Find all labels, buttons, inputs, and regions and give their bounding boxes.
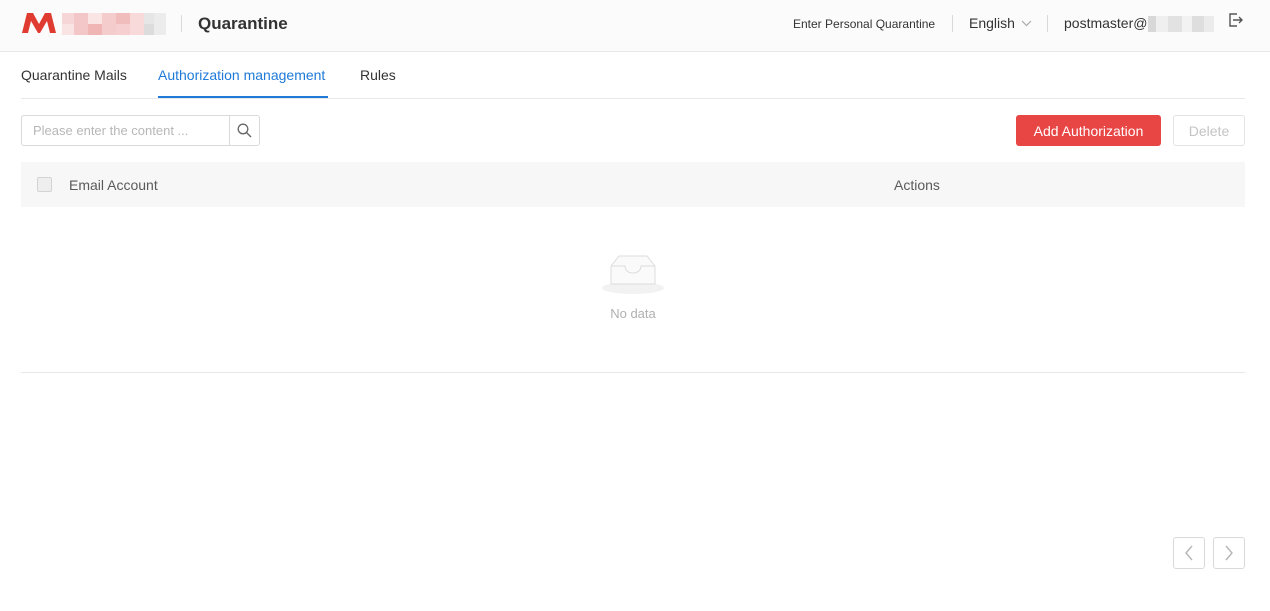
table-header: Email Account Actions [21, 162, 1245, 207]
chevron-down-icon [1021, 20, 1032, 27]
chevron-left-icon [1185, 545, 1193, 561]
empty-text: No data [610, 306, 656, 321]
empty-inbox-icon [602, 255, 664, 294]
prev-page-button[interactable] [1173, 537, 1205, 569]
app-title: Quarantine [198, 14, 288, 33]
search-box [21, 115, 260, 146]
search-button[interactable] [229, 116, 259, 145]
language-label: English [969, 15, 1015, 31]
search-icon [237, 123, 252, 138]
tab-authorization-management[interactable]: Authorization management [158, 67, 325, 83]
enter-personal-quarantine-link[interactable]: Enter Personal Quarantine [793, 17, 935, 31]
header-divider [952, 15, 953, 32]
tab-bar: Quarantine Mails Authorization managemen… [21, 53, 1245, 99]
column-header-email-account: Email Account [69, 177, 158, 193]
logout-icon[interactable] [1227, 12, 1243, 28]
user-domain-redacted [1148, 16, 1214, 32]
column-header-actions: Actions [894, 177, 940, 193]
top-header: Quarantine Enter Personal Quarantine Eng… [0, 0, 1270, 52]
active-tab-indicator [158, 96, 328, 98]
table-empty-state: No data [21, 207, 1245, 373]
tab-quarantine-mails[interactable]: Quarantine Mails [21, 67, 127, 83]
brand-logo-icon [22, 13, 56, 33]
add-authorization-button[interactable]: Add Authorization [1016, 115, 1161, 146]
header-divider [181, 15, 182, 32]
delete-button[interactable]: Delete [1173, 115, 1245, 146]
next-page-button[interactable] [1213, 537, 1245, 569]
brand-name-redacted [62, 13, 166, 35]
search-input[interactable] [22, 116, 229, 145]
tab-rules[interactable]: Rules [360, 67, 396, 83]
select-all-checkbox[interactable] [37, 177, 52, 192]
language-select[interactable]: English [969, 15, 1032, 31]
header-divider [1047, 15, 1048, 32]
user-account[interactable]: postmaster@ [1064, 15, 1147, 31]
chevron-right-icon [1225, 545, 1233, 561]
